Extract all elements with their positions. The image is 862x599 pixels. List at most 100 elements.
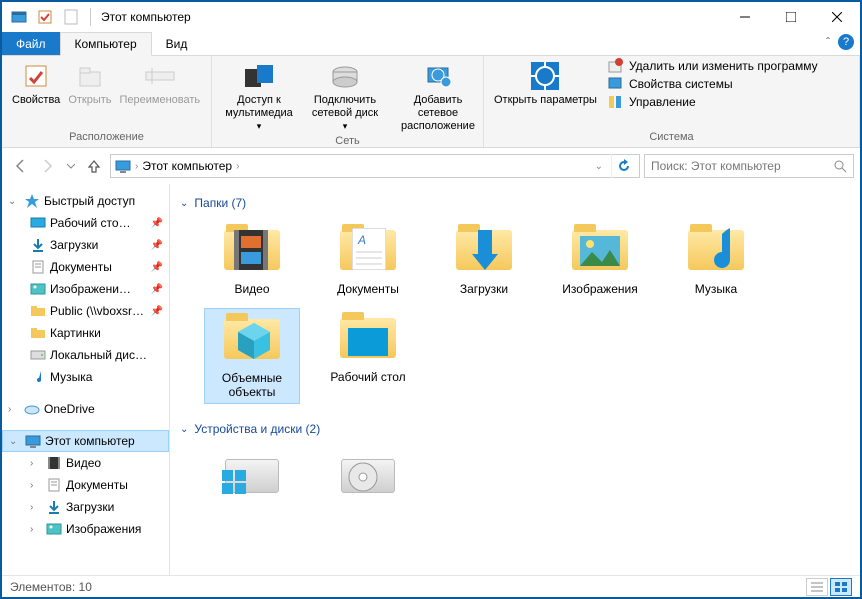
title-bar: Этот компьютер (2, 2, 860, 32)
tree-item[interactable]: Картинки (2, 322, 169, 344)
address-bar[interactable]: › Этот компьютер › ⌄ (110, 154, 640, 178)
ribbon-mapdrive-button[interactable]: Подключить сетевой диск ▾ (300, 58, 390, 135)
close-button[interactable] (814, 2, 860, 32)
folder-item[interactable]: Видео (204, 220, 300, 300)
ribbon-uninstall-button[interactable]: Удалить или изменить программу (607, 58, 818, 74)
ribbon-openparams-button[interactable]: Открыть параметры (490, 58, 601, 109)
view-details-button[interactable] (806, 578, 828, 596)
chevron-down-icon[interactable]: ⌄ (9, 436, 21, 447)
chevron-right-icon[interactable]: › (236, 161, 239, 172)
drive-item[interactable] (204, 446, 300, 506)
ribbon-sysprops-button[interactable]: Свойства системы (607, 76, 818, 92)
tab-file[interactable]: Файл (2, 32, 60, 55)
tree-item[interactable]: ›Изображения (2, 518, 169, 540)
search-box[interactable]: Поиск: Этот компьютер (644, 154, 854, 178)
chevron-right-icon[interactable]: › (30, 458, 42, 469)
tree-item[interactable]: Локальный дис… (2, 344, 169, 366)
tab-computer[interactable]: Компьютер (60, 32, 152, 56)
folder-item[interactable]: Музыка (668, 220, 764, 300)
folder-label: Изображения (562, 282, 637, 296)
minimize-button[interactable] (722, 2, 768, 32)
chevron-right-icon[interactable]: › (8, 404, 20, 415)
tree-item[interactable]: Public (\\vboxsr…📌 (2, 300, 169, 322)
ribbon-collapse-icon[interactable]: ˆ (826, 35, 830, 49)
ribbon-group-network-label: Сеть (218, 135, 477, 149)
refresh-button[interactable] (611, 154, 635, 178)
folder-icon (452, 224, 516, 276)
drive-item[interactable] (320, 446, 416, 506)
help-icon[interactable]: ? (838, 34, 854, 50)
chevron-right-icon[interactable]: › (30, 524, 42, 535)
tree-item-label: Музыка (50, 370, 92, 384)
tree-item[interactable]: Документы📌 (2, 256, 169, 278)
folder-label: Музыка (695, 282, 737, 296)
chevron-right-icon[interactable]: › (30, 480, 42, 491)
ribbon-addlocation-button[interactable]: Добавить сетевое расположение (390, 58, 486, 135)
chevron-down-icon[interactable]: ⌄ (180, 424, 188, 435)
breadcrumb-thispc[interactable]: Этот компьютер (142, 159, 232, 173)
tree-item[interactable]: Загрузки📌 (2, 234, 169, 256)
address-dropdown-icon[interactable]: ⌄ (595, 161, 603, 172)
tree-item-label: Загрузки (50, 238, 98, 252)
tree-item-icon (30, 303, 46, 319)
tree-item-icon (30, 281, 46, 297)
tab-view[interactable]: Вид (152, 32, 202, 55)
folder-item[interactable]: Изображения (552, 220, 648, 300)
folder-item[interactable]: Рабочий стол (320, 308, 416, 404)
search-placeholder: Поиск: Этот компьютер (651, 159, 781, 173)
ribbon-group-system-label: Система (490, 131, 853, 145)
tree-item-label: Изображени… (50, 282, 131, 296)
up-button[interactable] (82, 154, 106, 178)
section-folders-header[interactable]: ⌄ Папки (7) (180, 196, 850, 210)
tree-item[interactable]: Музыка (2, 366, 169, 388)
section-drives-header[interactable]: ⌄ Устройства и диски (2) (180, 422, 850, 436)
qat-properties-icon[interactable] (34, 6, 56, 28)
folder-item[interactable]: AДокументы (320, 220, 416, 300)
ribbon-manage-button[interactable]: Управление (607, 94, 818, 110)
recent-button[interactable] (64, 154, 78, 178)
tree-item[interactable]: Изображени…📌 (2, 278, 169, 300)
status-bar: Элементов: 10 (2, 575, 860, 597)
search-icon (833, 159, 847, 173)
tree-item-icon (30, 259, 46, 275)
tree-item[interactable]: Рабочий сто…📌 (2, 212, 169, 234)
chevron-right-icon[interactable]: › (135, 161, 138, 172)
chevron-right-icon[interactable]: › (30, 502, 42, 513)
tree-thispc[interactable]: ⌄ Этот компьютер (2, 430, 169, 452)
folder-icon (220, 313, 284, 365)
tree-item-icon (46, 521, 62, 537)
maximize-button[interactable] (768, 2, 814, 32)
tree-item-icon (46, 499, 62, 515)
ribbon-rename-button: Переименовать (116, 58, 205, 109)
chevron-down-icon[interactable]: ⌄ (180, 198, 188, 209)
ribbon-media-button[interactable]: Доступ к мультимедиа ▾ (218, 58, 300, 135)
tree-item[interactable]: ›Видео (2, 452, 169, 474)
chevron-down-icon[interactable]: ⌄ (8, 196, 20, 207)
navigation-pane: ⌄ Быстрый доступ Рабочий сто…📌Загрузки📌Д… (2, 184, 170, 575)
system-menu-icon[interactable] (8, 6, 30, 28)
ribbon: Свойства Открыть Переименовать Расположе… (2, 56, 860, 148)
back-button[interactable] (8, 154, 32, 178)
pc-icon (115, 159, 131, 173)
tree-item[interactable]: ›Загрузки (2, 496, 169, 518)
status-item-count: Элементов: 10 (10, 580, 92, 594)
svg-text:A: A (357, 233, 366, 247)
folder-icon (568, 224, 632, 276)
folder-icon (336, 312, 400, 364)
tree-item-label: Документы (66, 478, 128, 492)
tree-item-icon (30, 325, 46, 341)
view-icons-button[interactable] (830, 578, 852, 596)
folder-item[interactable]: Объемные объекты (204, 308, 300, 404)
tree-item-label: Картинки (50, 326, 101, 340)
tree-onedrive[interactable]: › OneDrive (2, 398, 169, 420)
qat-new-icon[interactable] (60, 6, 82, 28)
ribbon-tabs: Файл Компьютер Вид ˆ ? (2, 32, 860, 56)
tree-quick-access[interactable]: ⌄ Быстрый доступ (2, 190, 169, 212)
ribbon-properties-button[interactable]: Свойства (8, 58, 64, 109)
tree-item[interactable]: › Документы (2, 474, 169, 496)
folder-item[interactable]: Загрузки (436, 220, 532, 300)
content-pane: ⌄ Папки (7) ВидеоAДокументыЗагрузки Изобр… (170, 184, 860, 575)
forward-button[interactable] (36, 154, 60, 178)
pin-icon: 📌 (151, 262, 163, 273)
folder-label: Объемные объекты (209, 371, 295, 399)
